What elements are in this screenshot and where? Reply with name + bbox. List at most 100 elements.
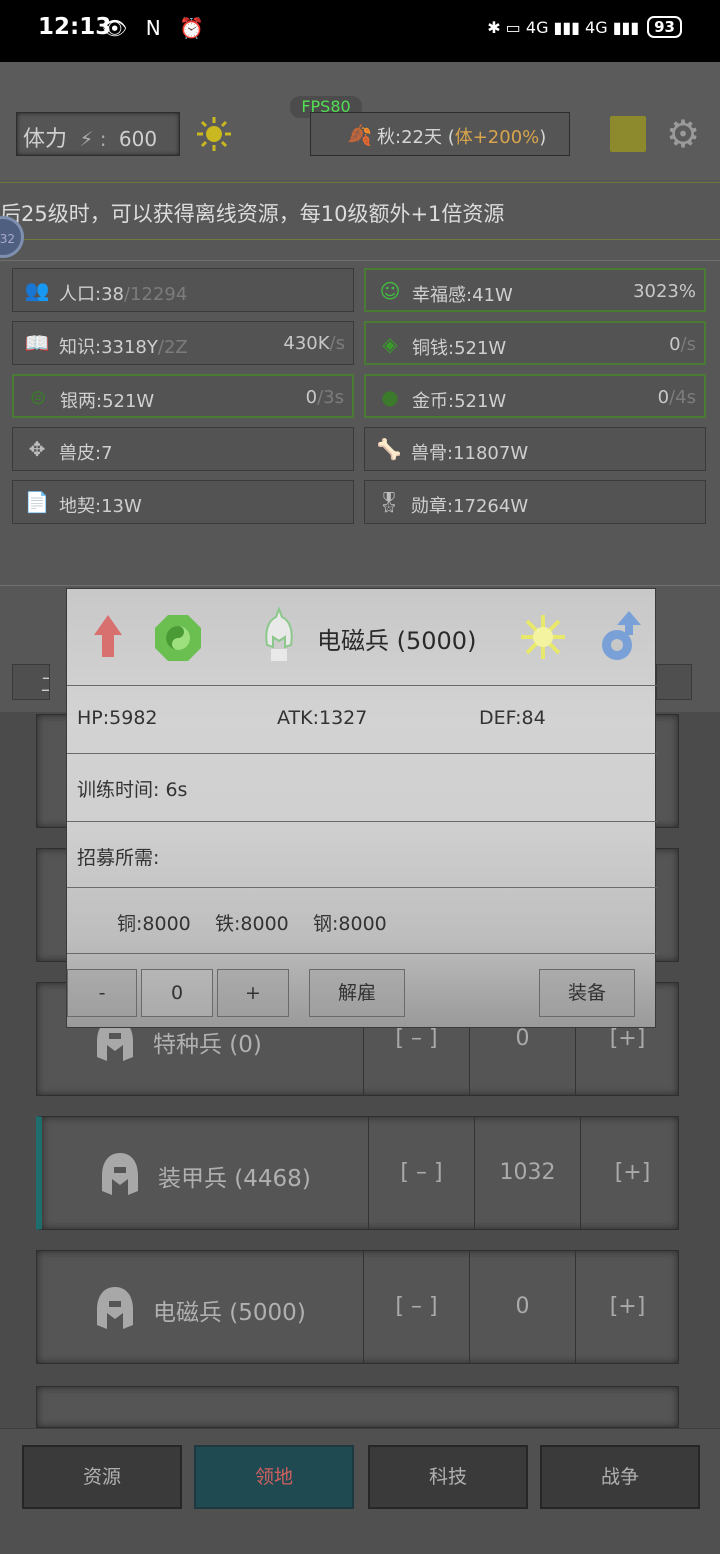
gift-icon[interactable] [610,116,646,152]
soldier-helmet-icon [95,1285,135,1331]
resource-name: 地契:13W [59,496,142,517]
season-close: ) [539,127,547,148]
stamina-box: 体力 ⚡ : 600 [16,112,180,156]
unit-count: 0 [469,1251,575,1363]
resource-name: 金币:521W [412,391,507,412]
resource-item[interactable]: 🦴 兽骨:11807W [364,427,706,471]
resource-rate: 3023% [633,281,696,302]
nav-territory[interactable]: 领地 [194,1445,354,1509]
sun-icon [197,117,231,151]
electromagnetic-soldier-icon [265,607,293,661]
resource-item[interactable]: 👥 人口:38/12294 [12,268,354,312]
unit-increase-button[interactable]: [+] [580,1117,684,1229]
cost-copper: 铜:8000 [117,913,191,935]
resource-item[interactable]: 🎖 勋章:17264W [364,480,706,524]
gold-coin-icon: ● [381,385,399,409]
settings-gear-icon[interactable]: ⚙ [666,114,700,154]
resource-item[interactable]: 📄 地契:13W [12,480,354,524]
recruit-need-label: 招募所需: [77,847,160,869]
resource-item[interactable]: ✥ 兽皮:7 [12,427,354,471]
increase-button[interactable]: + [217,969,289,1017]
equip-button[interactable]: 装备 [539,969,635,1017]
resource-name: 银两:521W [60,391,155,412]
copper-coin-icon: ◈ [382,332,398,356]
bagua-icon[interactable] [153,613,203,663]
def-stat: DEF:84 [479,707,546,729]
status-right: ✱ ▭ 4G ▮▮▮ 4G ▮▮▮ 93 [487,16,682,38]
population-icon: 👥 [24,278,50,302]
unit-count: 1032 [474,1117,580,1229]
resource-item[interactable]: ◈ 铜钱:521W 0/s [364,321,706,365]
beast-bone-icon: 🦴 [376,437,402,461]
nav-war[interactable]: 战争 [540,1445,700,1509]
silver-icon: ⊜ [29,385,47,409]
resource-rate: 430K/s [283,333,345,354]
unit-detail-dialog: 电磁兵 (5000) HP:5982 ATK:1327 DEF:84 训练时间:… [66,588,657,1028]
resource-name: 铜钱:521W [412,338,507,359]
leaf-icon: 🍂 [347,123,372,147]
resource-rate: 0/s [669,334,696,355]
nav-resources[interactable]: 资源 [22,1445,182,1509]
unit-decrease-button[interactable]: [ – ] [368,1117,474,1229]
resource-rate: 0/3s [305,387,344,408]
stamina-value: 600 [118,127,158,151]
resource-item[interactable]: ⊜ 银两:521W 0/3s [12,374,354,418]
cost-iron: 铁:8000 [215,913,289,935]
beast-hide-icon: ✥ [28,437,46,461]
resource-item[interactable]: ☺ 幸福感:41W 3023% [364,268,706,312]
lightning-icon: ⚡ : [79,127,107,151]
resource-name: 兽皮:7 [59,443,113,464]
unit-name: 装甲兵 (4468) [158,1166,311,1192]
season-box: 🍂 秋:22天 (体+200%) [310,112,570,156]
tab-partial-right[interactable] [656,664,692,700]
upgrade-arrow-icon[interactable] [93,613,123,659]
season-bonus: 体+200% [454,127,540,148]
nav-technology[interactable]: 科技 [368,1445,528,1509]
divider [67,753,657,754]
quantity-input[interactable]: 0 [141,969,213,1017]
resource-rate: 0/4s [657,387,696,408]
soldier-helmet-icon [100,1151,140,1197]
dialog-title: 电磁兵 (5000) [317,627,477,655]
resource-name: 勋章:17264W [411,496,529,517]
decrease-button[interactable]: - [67,969,137,1017]
unit-row-hidden-bottom[interactable] [36,1386,679,1428]
knowledge-icon: 📖 [24,331,50,355]
happiness-icon: ☺ [379,279,401,303]
season-text: 秋:22天 ( [377,127,455,148]
bottom-nav: 资源 领地 科技 战争 [0,1428,720,1554]
gear-upgrade-icon[interactable] [597,609,641,663]
unit-name: 电磁兵 (5000) [153,1300,306,1326]
divider [67,685,657,686]
unit-increase-button[interactable]: [+] [575,1251,679,1363]
medal-icon: 🎖 [376,490,402,514]
battery-indicator: 93 [647,16,682,38]
cost-steel: 钢:8000 [313,913,387,935]
notification-icons: 👁 N ⏰ [102,16,210,40]
network-icons: ✱ ▭ 4G ▮▮▮ 4G ▮▮▮ [487,17,640,37]
unit-row[interactable]: 电磁兵 (5000) [ – ] 0 [+] [36,1250,679,1364]
resource-name: 兽骨:11807W [411,443,529,464]
burst-icon[interactable] [519,613,567,661]
status-bar: 12:13 👁 N ⏰ ✱ ▭ 4G ▮▮▮ 4G ▮▮▮ 93 [0,0,720,62]
resource-name: 幸福感:41W [412,285,513,306]
dismiss-button[interactable]: 解雇 [309,969,405,1017]
train-time: 训练时间: 6s [77,779,188,801]
divider [67,887,657,888]
resource-item[interactable]: 📖 知识:3318Y/2Z 430K/s [12,321,354,365]
divider [67,953,657,954]
tab-partial[interactable]: 工 [12,664,50,700]
resource-item[interactable]: ● 金币:521W 0/4s [364,374,706,418]
hp-stat: HP:5982 [77,707,158,729]
unit-decrease-button[interactable]: [ – ] [363,1251,469,1363]
clock: 12:13 [38,14,112,40]
land-deed-icon: 📄 [24,490,50,514]
unit-name: 特种兵 (0) [153,1032,262,1058]
resource-name: 知识:3318Y/2Z [59,337,188,358]
resource-name: 人口:38/12294 [59,284,188,305]
unit-row[interactable]: 装甲兵 (4468)[ – ] 1032 [+] [36,1116,679,1230]
divider [67,821,657,822]
atk-stat: ATK:1327 [277,707,368,729]
offline-notice: 后25级时，可以获得离线资源，每10级额外+1倍资源 [0,182,720,240]
stamina-label: 体力 [23,127,68,152]
